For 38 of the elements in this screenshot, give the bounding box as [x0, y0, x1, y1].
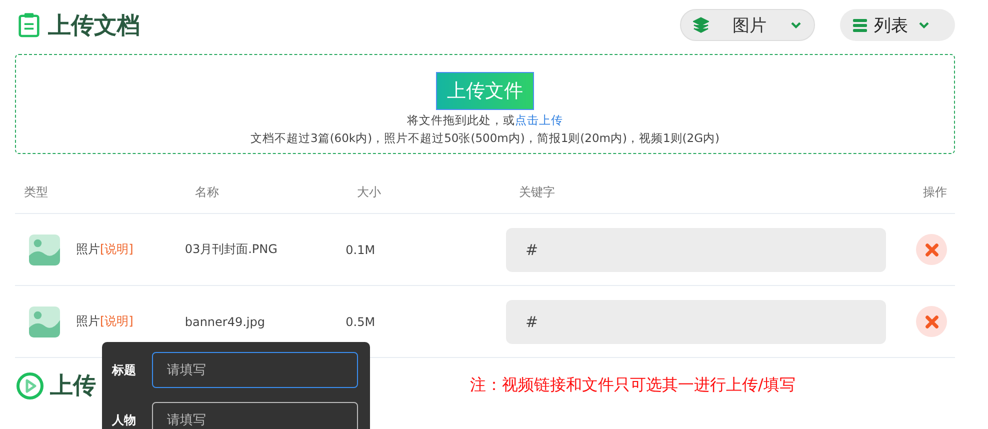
video-note: 注：视频链接和文件只可选其一进行上传/填写	[470, 375, 796, 396]
drop-hint: 将文件拖到此处，或	[407, 113, 515, 127]
input-field[interactable]: 请填写	[152, 402, 358, 429]
close-icon	[924, 314, 938, 328]
file-size: 0.5M	[346, 314, 376, 328]
upload-dropzone[interactable]: 上传文件 将文件拖到此处，或点击上传 文档不超过3篇(60k内)，照片不超过50张(500m内)，简报1则(20m内)，视频1则(2G内)	[15, 54, 955, 154]
keyword-field[interactable]: #	[506, 228, 886, 272]
clipboard-icon	[18, 11, 40, 39]
type-label: 照片	[76, 313, 100, 330]
type-label: 照片	[76, 241, 100, 258]
close-icon	[924, 242, 938, 256]
image-icon	[29, 234, 60, 266]
column-header: 名称	[195, 184, 220, 200]
column-header: 操作	[922, 184, 948, 200]
chevron-down-icon	[918, 21, 930, 29]
file-size: 0.1M	[346, 242, 376, 256]
keyword-field[interactable]: #	[506, 300, 886, 344]
list-icon	[852, 17, 868, 33]
input-field[interactable]: 请填写	[152, 352, 358, 388]
column-header: 关键字	[519, 184, 556, 200]
delete-button[interactable]	[916, 234, 947, 265]
field-label: 标题	[112, 362, 137, 378]
column-header: 类型	[23, 184, 49, 200]
chevron-down-icon	[790, 21, 802, 29]
layers-icon	[693, 17, 709, 33]
type-dropdown[interactable]: 图片	[680, 9, 815, 41]
column-header: 大小	[357, 184, 382, 200]
file-name: banner49.jpg	[184, 314, 266, 328]
delete-button[interactable]	[916, 306, 947, 337]
view-dropdown[interactable]: 列表	[840, 9, 955, 41]
play-icon	[16, 372, 44, 400]
upload-limits: 文档不超过3篇(60k内)，照片不超过50张(500m内)，简报1则(20m内)，视频1则(2G内)	[250, 131, 720, 146]
field-label: 人物	[112, 412, 137, 428]
click-upload-link[interactable]: 点击上传	[515, 113, 563, 127]
image-icon	[29, 306, 60, 338]
section-title: 上传	[50, 372, 96, 401]
page-title: 上传文档	[48, 12, 140, 40]
file-name: 03月刊封面.PNG	[184, 241, 278, 258]
